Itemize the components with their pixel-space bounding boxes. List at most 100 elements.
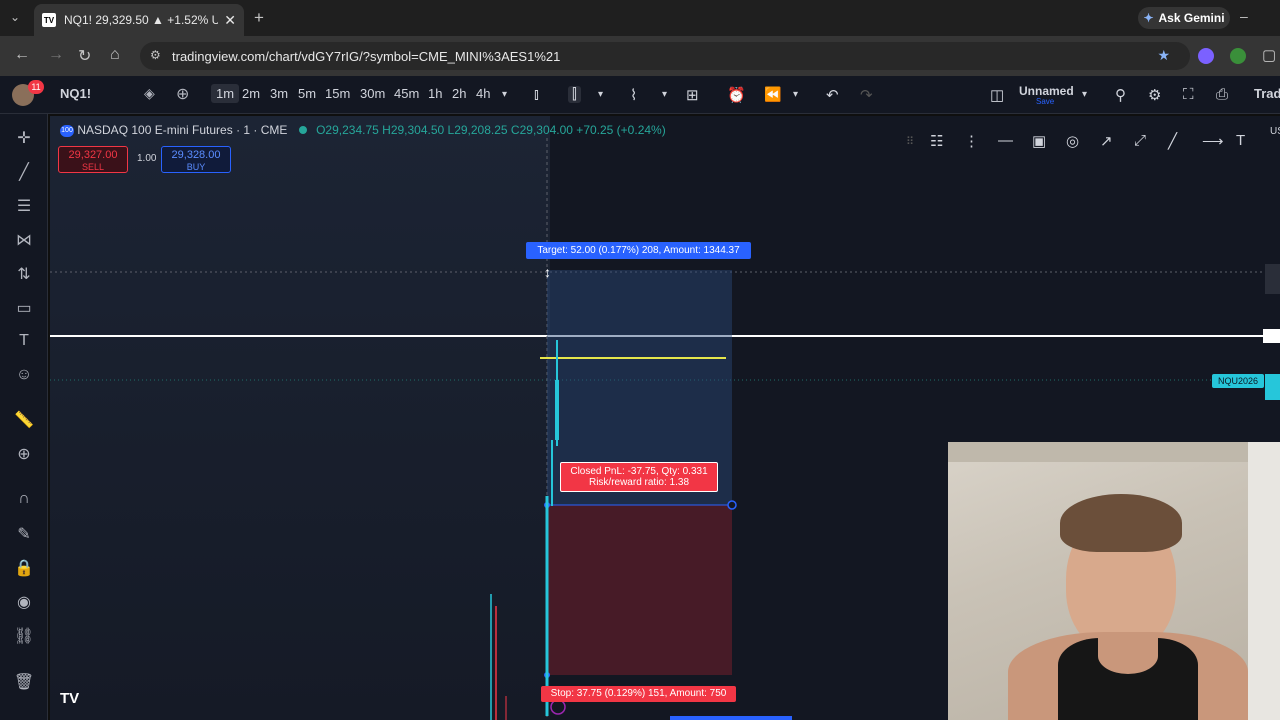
rectangle-tool-icon[interactable]: ▣ — [1032, 132, 1046, 150]
interval-1m[interactable]: 1m — [211, 84, 240, 103]
channel-tool-icon[interactable]: ⋮ — [964, 132, 979, 150]
crosshair-icon[interactable]: ✛ — [12, 128, 36, 148]
risk-reward-ratio: Risk/reward ratio: 1.38 — [588, 477, 690, 488]
url-text: tradingview.com/chart/vdGY7rIG/?symbol=C… — [172, 48, 561, 64]
extended-line-icon[interactable]: ⤢ — [1134, 132, 1146, 149]
home-icon[interactable]: ⌂ — [110, 46, 120, 64]
link-icon[interactable]: ⛓ — [12, 626, 36, 646]
lock-icon[interactable]: 🔒 — [12, 558, 36, 578]
new-tab-icon[interactable]: + — [254, 8, 264, 28]
interval-4h[interactable]: 4h — [476, 86, 490, 101]
profile-extension-icon[interactable] — [1230, 48, 1246, 64]
text-tool-icon[interactable]: T — [12, 332, 36, 350]
symbol-search-button[interactable]: NQ1! — [60, 86, 91, 101]
magnet-icon[interactable]: ∩ — [12, 490, 36, 508]
buy-button[interactable]: 29,328.00 BUY — [161, 146, 231, 173]
chart-type-dropdown-icon[interactable]: ▾ — [598, 89, 603, 100]
market-open-icon — [298, 126, 307, 134]
redo-icon[interactable]: ↷ — [860, 86, 873, 104]
position-pnl-box[interactable]: Closed PnL: -37.75, Qty: 0.331 Risk/rewa… — [560, 462, 718, 492]
compare-symbol-icon[interactable]: ⊕ — [176, 84, 189, 104]
emoji-icon[interactable]: ☺ — [12, 366, 36, 384]
trend-line-icon[interactable]: ╱ — [12, 162, 36, 182]
horizontal-line-icon[interactable]: — — [998, 132, 1013, 149]
replay-icon[interactable]: ⏪ — [764, 86, 781, 103]
interval-30m[interactable]: 30m — [360, 86, 385, 101]
browser-tab[interactable]: TV NQ1! 29,329.50 ▲ +1.52% Unn ✕ — [34, 4, 244, 36]
pattern-icon[interactable]: ⋈ — [12, 230, 36, 250]
interval-1h[interactable]: 1h — [428, 86, 442, 101]
undo-icon[interactable]: ↶ — [826, 86, 839, 104]
settings-gear-icon[interactable]: ⚙ — [1148, 86, 1161, 104]
webcam-overlay — [948, 442, 1280, 720]
interval-45m[interactable]: 45m — [394, 86, 419, 101]
zoom-in-icon[interactable]: ⊕ — [12, 444, 36, 464]
webcam-wall — [948, 442, 1280, 462]
fib-tool-icon[interactable]: ☷ — [930, 132, 943, 150]
bar-style-icon[interactable]: ⫾ — [534, 86, 539, 103]
interval-2h[interactable]: 2h — [452, 86, 466, 101]
sell-label: SELL — [81, 162, 105, 172]
stay-drawing-icon[interactable]: ✎ — [12, 524, 36, 544]
layout-dropdown-icon[interactable]: ▾ — [1082, 89, 1087, 100]
candle-body — [555, 380, 559, 440]
tradingview-logo[interactable]: TV — [60, 690, 79, 707]
shapes-icon[interactable]: ▭ — [12, 298, 36, 318]
quick-search-icon[interactable]: ⚲ — [1115, 86, 1126, 104]
fullscreen-icon[interactable]: ⛶ — [1183, 86, 1194, 103]
buy-label: BUY — [186, 162, 206, 172]
candle-style-icon[interactable]: ⫿ — [568, 86, 581, 103]
reload-icon[interactable]: ↻ — [78, 46, 91, 66]
target-label[interactable]: Target: 52.00 (0.177%) 208, Amount: 1344… — [526, 242, 751, 259]
entry-handle — [727, 500, 737, 510]
interval-15m[interactable]: 15m — [325, 86, 350, 101]
ray-tool-icon[interactable]: ↗ — [1100, 132, 1113, 150]
replay-dropdown-icon[interactable]: ▾ — [793, 89, 798, 100]
legend-symbol-title: NASDAQ 100 E-mini Futures · 1 · CME — [77, 123, 288, 137]
webcam-hair — [1060, 494, 1182, 552]
stop-zone — [547, 505, 732, 675]
prediction-icon[interactable]: ⇅ — [12, 264, 36, 284]
minimize-window-icon[interactable]: – — [1240, 8, 1248, 24]
event-marker — [550, 699, 566, 715]
forward-icon[interactable]: → — [48, 46, 64, 64]
trend-line-tool-icon[interactable]: ╱ — [1168, 132, 1177, 150]
tab-search-icon[interactable]: ⌄ — [10, 10, 20, 24]
chart-legend[interactable]: 100 NASDAQ 100 E-mini Futures · 1 · CME … — [60, 123, 666, 137]
trade-button[interactable]: Trad — [1254, 86, 1280, 101]
alert-icon[interactable]: ⏰ — [727, 86, 746, 104]
trash-icon[interactable]: 🗑 — [12, 672, 36, 692]
interval-3m[interactable]: 3m — [270, 86, 288, 101]
sell-button[interactable]: 29,327.00 SELL — [58, 146, 128, 173]
extensions-icon[interactable]: ▢ — [1262, 46, 1276, 64]
indicators-dropdown-icon[interactable]: ▾ — [662, 89, 667, 100]
interval-2m[interactable]: 2m — [242, 86, 260, 101]
back-icon[interactable]: ← — [14, 46, 30, 64]
interval-dropdown-icon[interactable]: ▾ — [502, 89, 507, 100]
layout-grid-icon[interactable]: ⊞ — [686, 86, 699, 104]
premium-icon[interactable]: ◈ — [144, 85, 155, 102]
resize-cursor-icon: ↕ — [544, 264, 551, 280]
ask-gemini-button[interactable]: ✦ Ask Gemini — [1138, 7, 1230, 29]
bookmark-star-icon[interactable]: ★ — [1157, 47, 1170, 64]
drag-handle-icon[interactable]: ⠿ — [906, 135, 914, 148]
ruler-icon[interactable]: 📏 — [12, 410, 36, 430]
interval-5m[interactable]: 5m — [298, 86, 316, 101]
arrow-line-icon[interactable]: ⟶ — [1202, 132, 1224, 150]
url-field[interactable]: ⚙ tradingview.com/chart/vdGY7rIG/?symbol… — [140, 42, 1190, 70]
fib-retracement-icon[interactable]: ☰ — [12, 196, 36, 216]
layout-save-label[interactable]: Save — [1036, 97, 1054, 106]
indicators-icon[interactable]: ⌇ — [630, 86, 637, 104]
layout-name[interactable]: Unnamed — [1019, 84, 1074, 98]
notification-badge: 11 — [28, 80, 44, 94]
site-info-icon[interactable]: ⚙ — [150, 48, 161, 62]
layout-panel-icon[interactable]: ◫ — [990, 86, 1004, 104]
hide-eye-icon[interactable]: ◉ — [12, 592, 36, 612]
webcam-window — [1248, 442, 1280, 720]
circle-tool-icon[interactable]: ◎ — [1066, 132, 1079, 150]
stop-label[interactable]: Stop: 37.75 (0.129%) 151, Amount: 750 — [541, 686, 736, 702]
text-annotation-icon[interactable]: T — [1236, 132, 1245, 149]
camera-snapshot-icon[interactable]: ⎙ — [1216, 86, 1228, 103]
extension-icon[interactable] — [1198, 48, 1214, 64]
close-tab-icon[interactable]: ✕ — [224, 12, 236, 29]
